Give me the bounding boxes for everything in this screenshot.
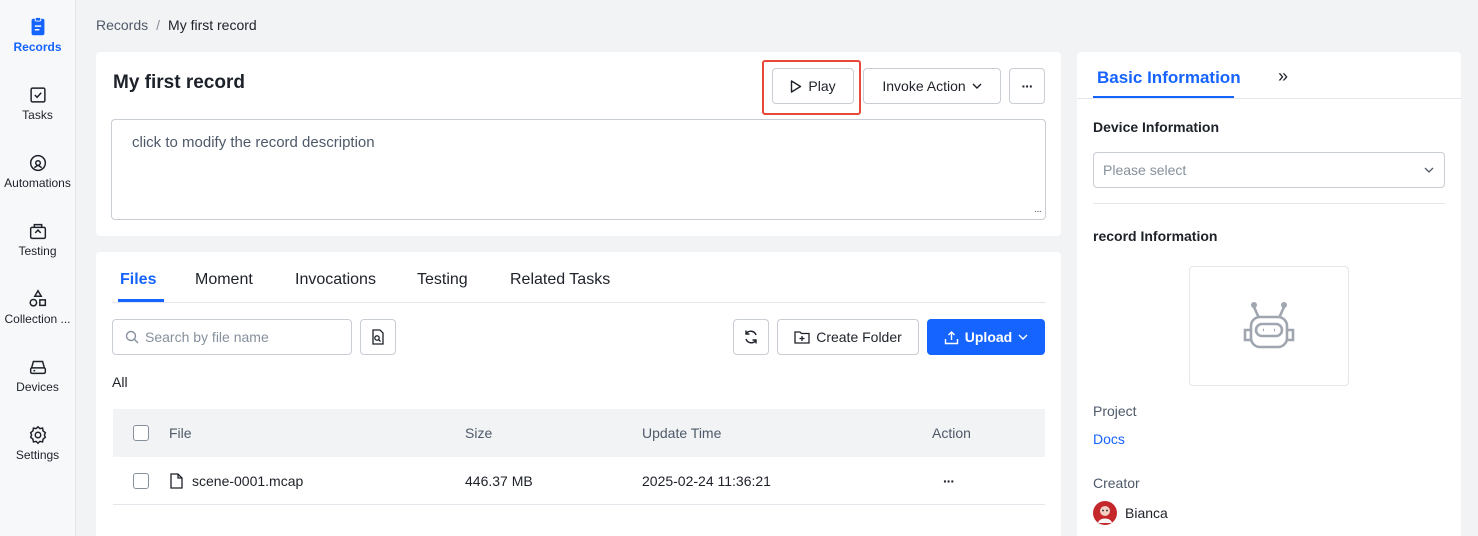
file-size: 446.37 MB — [465, 473, 533, 489]
create-folder-label: Create Folder — [816, 329, 902, 345]
search-icon — [125, 330, 139, 344]
chevron-down-icon — [1018, 334, 1028, 340]
upload-icon — [944, 330, 958, 344]
files-table: File Size Update Time Action scene-0001.… — [113, 409, 1045, 505]
record-information-heading: record Information — [1093, 228, 1218, 244]
play-icon — [791, 79, 802, 93]
tasks-icon — [29, 87, 46, 103]
tab-basic-information[interactable]: Basic Information — [1097, 68, 1241, 88]
file-name[interactable]: scene-0001.mcap — [192, 473, 303, 489]
sidebar-item-testing[interactable]: Testing — [0, 216, 75, 278]
files-tabs: Files Moment Invocations Testing Related… — [112, 252, 1046, 303]
breadcrumb-current: My first record — [168, 17, 257, 33]
search-input[interactable] — [145, 329, 335, 345]
column-file: File — [169, 425, 192, 441]
description-placeholder: click to modify the record description — [132, 134, 375, 151]
folder-add-icon — [794, 331, 810, 344]
breadcrumb-records-link[interactable]: Records — [96, 17, 148, 33]
row-select-cell — [133, 457, 149, 505]
file-icon — [170, 473, 183, 489]
sidebar-item-label: Collection ... — [4, 312, 71, 326]
sidebar-item-records[interactable]: Records — [0, 12, 75, 74]
sidebar-item-devices[interactable]: Devices — [0, 352, 75, 414]
file-search-box[interactable] — [112, 319, 352, 355]
expand-panel-icon[interactable]: » — [1278, 66, 1288, 87]
column-update-time: Update Time — [642, 425, 722, 441]
testing-icon — [29, 223, 46, 240]
file-search-icon — [372, 329, 384, 345]
invoke-action-label: Invoke Action — [882, 78, 966, 94]
record-description-field[interactable]: click to modify the record description ·… — [111, 119, 1046, 220]
device-select-placeholder: Please select — [1103, 162, 1187, 178]
sidebar-item-tasks[interactable]: Tasks — [0, 80, 75, 142]
resize-handle-icon[interactable]: ··· — [1034, 206, 1042, 217]
avatar — [1093, 501, 1117, 525]
device-information-heading: Device Information — [1093, 119, 1220, 135]
sidebar-item-label: Devices — [16, 380, 59, 394]
invoke-action-button[interactable]: Invoke Action — [863, 68, 1001, 104]
select-all-checkbox[interactable] — [133, 425, 149, 441]
project-link[interactable]: Docs — [1093, 431, 1125, 447]
row-action-menu[interactable]: ··· — [943, 457, 955, 505]
basic-information-panel: Basic Information » Device Information P… — [1077, 52, 1461, 536]
sidebar-item-settings[interactable]: Settings — [0, 420, 75, 482]
upload-button[interactable]: Upload — [927, 319, 1045, 355]
column-size: Size — [465, 425, 493, 441]
more-options-button[interactable]: ··· — [1009, 68, 1045, 104]
active-tab-indicator — [118, 299, 164, 302]
project-label: Project — [1093, 403, 1137, 419]
play-button[interactable]: Play — [772, 68, 854, 104]
section-divider — [1093, 203, 1445, 204]
more-icon: ··· — [1021, 78, 1034, 94]
refresh-button[interactable] — [733, 319, 769, 355]
collection-icon — [28, 289, 46, 307]
automations-icon — [29, 154, 46, 172]
devices-icon — [29, 360, 46, 375]
files-card: Files Moment Invocations Testing Related… — [96, 252, 1061, 536]
sidebar-item-label: Settings — [15, 448, 60, 462]
play-label: Play — [808, 78, 836, 94]
breadcrumb: Records / My first record — [96, 17, 257, 33]
creator: Bianca — [1093, 501, 1168, 525]
sidebar-item-label: Automations — [4, 176, 71, 190]
create-folder-button[interactable]: Create Folder — [777, 319, 919, 355]
table-header: File Size Update Time Action — [113, 409, 1045, 457]
chevron-down-icon — [1424, 167, 1434, 173]
tab-invocations[interactable]: Invocations — [295, 271, 376, 289]
refresh-icon — [745, 330, 757, 344]
creator-name: Bianca — [1125, 505, 1168, 521]
row-checkbox[interactable] — [133, 473, 149, 489]
breadcrumb-separator: / — [156, 17, 161, 33]
tab-divider — [1077, 98, 1461, 99]
select-all-cell — [133, 409, 149, 457]
tab-moment[interactable]: Moment — [195, 271, 253, 289]
record-thumbnail — [1189, 266, 1349, 386]
sidebar-item-label: Testing — [18, 244, 57, 258]
file-name-cell: scene-0001.mcap — [170, 457, 303, 505]
record-header-card: My first record Play Invoke Action ··· c… — [96, 52, 1061, 236]
gear-icon — [29, 425, 46, 445]
tab-testing[interactable]: Testing — [417, 271, 468, 289]
chevron-down-icon — [972, 83, 982, 89]
creator-label: Creator — [1093, 475, 1140, 491]
file-search-toggle-button[interactable] — [360, 319, 396, 355]
tab-related-tasks[interactable]: Related Tasks — [510, 271, 610, 289]
file-update-time: 2025-02-24 11:36:21 — [642, 473, 771, 489]
table-row[interactable]: scene-0001.mcap 446.37 MB 2025-02-24 11:… — [113, 457, 1045, 505]
page-title: My first record — [113, 72, 245, 93]
device-select[interactable]: Please select — [1093, 152, 1445, 188]
column-action: Action — [932, 425, 971, 441]
sidebar-item-collection[interactable]: Collection ... — [0, 284, 75, 346]
filter-all[interactable]: All — [112, 374, 128, 390]
sidebar-item-label: Tasks — [22, 108, 53, 122]
sidebar-item-automations[interactable]: Automations — [0, 148, 75, 210]
sidebar-item-label: Records — [13, 40, 62, 54]
upload-label: Upload — [964, 329, 1013, 345]
sidebar: Records Tasks Automations Testing Collec… — [0, 0, 76, 536]
records-icon — [31, 16, 44, 36]
robot-icon — [1243, 302, 1295, 349]
tab-files[interactable]: Files — [120, 271, 156, 289]
